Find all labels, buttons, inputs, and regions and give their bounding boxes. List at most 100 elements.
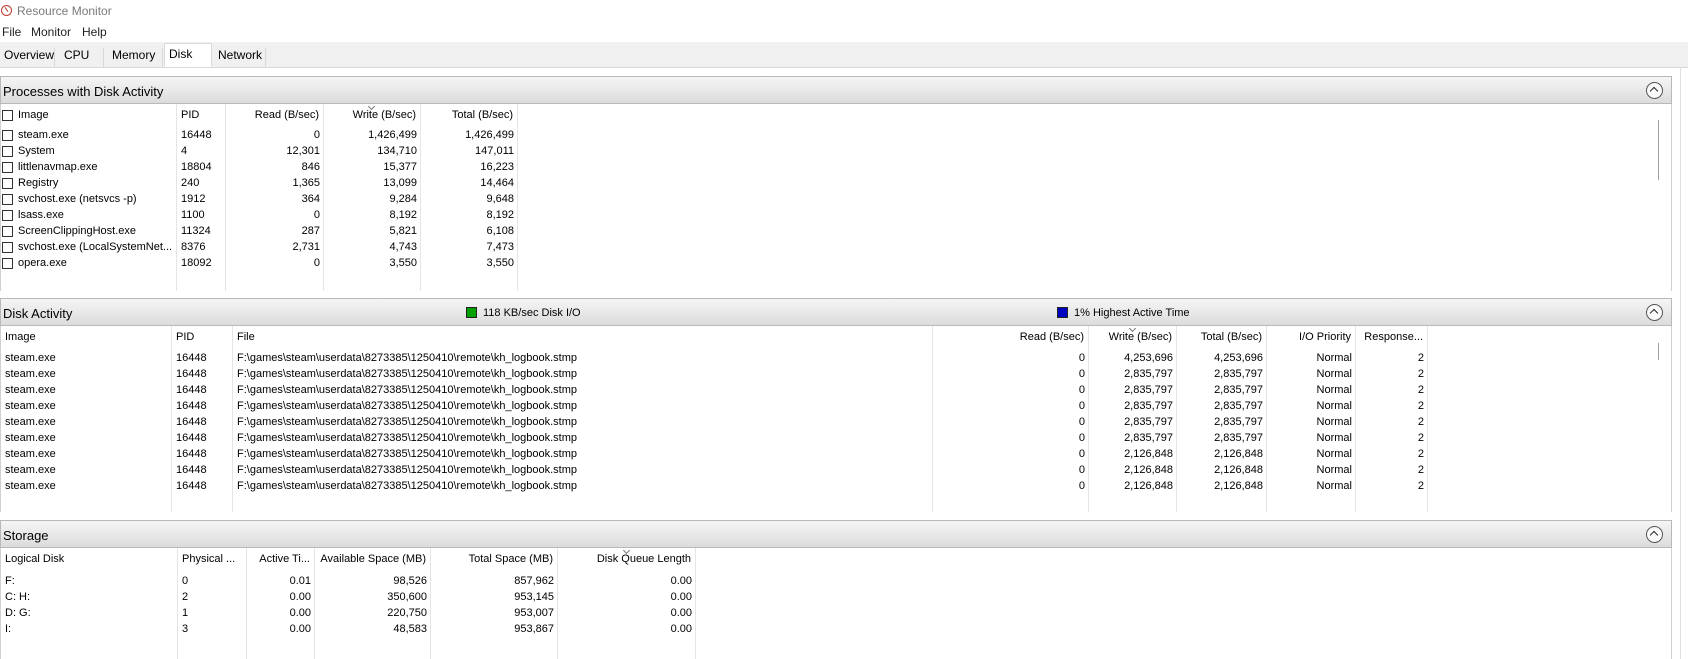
disk-header-io-priority[interactable]: I/O Priority bbox=[1267, 326, 1356, 348]
process-read-cell: 0 bbox=[313, 209, 320, 221]
disk-read-cell: 0 bbox=[1078, 464, 1085, 476]
tab-memory[interactable]: Memory bbox=[108, 48, 163, 67]
disk-header-pid[interactable]: PID bbox=[172, 326, 233, 348]
disk-total-cell: 2,126,848 bbox=[1214, 448, 1263, 460]
process-image-cell: ScreenClippingHost.exe bbox=[18, 225, 137, 237]
disk-io-priority-cell: Normal bbox=[1316, 400, 1352, 412]
table-row[interactable]: steam.exe 16448 F:\games\steam\userdata\82… bbox=[1, 462, 1671, 478]
menu-file[interactable]: File bbox=[2, 25, 21, 39]
storage-available-space-cell: 220,750 bbox=[387, 607, 427, 619]
table-row[interactable]: steam.exe 16448 F:\games\steam\userdata\82… bbox=[1, 350, 1671, 366]
sort-descending-icon bbox=[369, 106, 375, 109]
collapse-storage-button[interactable] bbox=[1646, 526, 1663, 543]
disk-read-cell: 0 bbox=[1078, 352, 1085, 364]
select-all-processes-checkbox[interactable] bbox=[2, 110, 13, 121]
disk-write-cell: 2,126,848 bbox=[1124, 464, 1173, 476]
table-row[interactable]: steam.exe 16448 F:\games\steam\userdata\82… bbox=[1, 366, 1671, 382]
menu-bar: File Monitor Help bbox=[0, 22, 1688, 42]
table-row[interactable]: I: 3 0.00 48,583 953,867 0.00 bbox=[1, 621, 1671, 637]
tab-network[interactable]: Network bbox=[214, 48, 266, 67]
table-row[interactable]: lsass.exe 1100 0 8,192 8,192 bbox=[1, 207, 1671, 223]
disk-image-cell: steam.exe bbox=[5, 448, 56, 460]
storage-section-title: Storage bbox=[3, 528, 49, 543]
table-row[interactable]: steam.exe 16448 F:\games\steam\userdata\82… bbox=[1, 446, 1671, 462]
disk-image-cell: steam.exe bbox=[5, 480, 56, 492]
storage-total-space-cell: 857,962 bbox=[514, 575, 554, 587]
disk-header-image[interactable]: Image bbox=[1, 326, 172, 348]
disk-write-cell: 2,126,848 bbox=[1124, 480, 1173, 492]
process-pid-cell: 16448 bbox=[181, 129, 212, 141]
table-row[interactable]: steam.exe 16448 F:\games\steam\userdata\82… bbox=[1, 398, 1671, 414]
menu-monitor[interactable]: Monitor bbox=[31, 25, 71, 39]
storage-header-physical-disk[interactable]: Physical ... bbox=[178, 548, 247, 570]
table-row[interactable]: littlenavmap.exe 18804 846 15,377 16,223 bbox=[1, 159, 1671, 175]
disk-write-cell: 2,835,797 bbox=[1124, 416, 1173, 428]
menu-help[interactable]: Help bbox=[82, 25, 107, 39]
collapse-disk-activity-button[interactable] bbox=[1646, 304, 1663, 321]
disk-io-priority-cell: Normal bbox=[1316, 480, 1352, 492]
processes-scrollbar[interactable] bbox=[1658, 120, 1659, 180]
disk-header-file[interactable]: File bbox=[233, 326, 933, 348]
disk-image-cell: steam.exe bbox=[5, 368, 56, 380]
table-row[interactable]: System 4 12,301 134,710 147,011 bbox=[1, 143, 1671, 159]
table-row[interactable]: svchost.exe (netsvcs -p) 1912 364 9,284 9,64… bbox=[1, 191, 1671, 207]
disk-file-cell: F:\games\steam\userdata\8273385\1250410\… bbox=[237, 416, 577, 428]
table-row[interactable]: steam.exe 16448 0 1,426,499 1,426,499 bbox=[1, 127, 1671, 143]
processes-header-read[interactable]: Read (B/sec) bbox=[226, 104, 324, 126]
processes-header-pid[interactable]: PID bbox=[177, 104, 226, 126]
process-write-cell: 9,284 bbox=[389, 193, 417, 205]
process-image-cell: Registry bbox=[18, 177, 59, 189]
process-pid-cell: 1100 bbox=[181, 209, 205, 221]
storage-header-active-time[interactable]: Active Ti... bbox=[247, 548, 315, 570]
table-row[interactable]: svchost.exe (LocalSystemNet... 8376 2,731 4… bbox=[1, 239, 1671, 255]
storage-header-available-space[interactable]: Available Space (MB) bbox=[315, 548, 431, 570]
storage-header-total-space[interactable]: Total Space (MB) bbox=[431, 548, 558, 570]
disk-read-cell: 0 bbox=[1078, 368, 1085, 380]
disk-activity-scrollbar[interactable] bbox=[1658, 343, 1659, 360]
table-row[interactable]: steam.exe 16448 F:\games\steam\userdata\82… bbox=[1, 382, 1671, 398]
disk-header-response[interactable]: Response... bbox=[1356, 326, 1428, 348]
process-total-cell: 147,011 bbox=[475, 145, 514, 157]
disk-activity-section-header[interactable]: Disk Activity 118 KB/sec Disk I/O 1% Hig… bbox=[0, 298, 1672, 326]
storage-section-header[interactable]: Storage bbox=[0, 520, 1672, 548]
tab-cpu[interactable]: CPU bbox=[60, 48, 104, 67]
storage-header-logical-disk[interactable]: Logical Disk bbox=[1, 548, 178, 570]
table-row[interactable]: F: 0 0.01 98,526 857,962 0.00 bbox=[1, 573, 1671, 589]
process-image-cell: lsass.exe bbox=[18, 209, 64, 221]
process-total-cell: 7,473 bbox=[486, 241, 514, 253]
table-row[interactable]: C: H: 2 0.00 350,600 953,145 0.00 bbox=[1, 589, 1671, 605]
collapse-processes-button[interactable] bbox=[1646, 82, 1663, 99]
process-write-cell: 3,550 bbox=[389, 257, 417, 269]
table-row[interactable]: steam.exe 16448 F:\games\steam\userdata\82… bbox=[1, 478, 1671, 494]
disk-header-total[interactable]: Total (B/sec) bbox=[1177, 326, 1267, 348]
table-row[interactable]: ScreenClippingHost.exe 11324 287 5,821 6,108 bbox=[1, 223, 1671, 239]
storage-active-time-cell: 0.01 bbox=[289, 575, 311, 587]
disk-response-cell: 2 bbox=[1417, 416, 1424, 428]
table-row[interactable]: steam.exe 16448 F:\games\steam\userdata\82… bbox=[1, 430, 1671, 446]
process-read-cell: 287 bbox=[301, 225, 320, 237]
process-read-cell: 12,301 bbox=[286, 145, 320, 157]
table-row[interactable]: steam.exe 16448 F:\games\steam\userdata\82… bbox=[1, 414, 1671, 430]
disk-response-cell: 2 bbox=[1417, 352, 1424, 364]
tab-disk[interactable]: Disk bbox=[164, 43, 212, 67]
processes-header-total[interactable]: Total (B/sec) bbox=[421, 104, 518, 126]
active-time-legend-label: 1% Highest Active Time bbox=[1074, 307, 1190, 319]
storage-available-space-cell: 350,600 bbox=[387, 591, 427, 603]
processes-section-header[interactable]: Processes with Disk Activity bbox=[0, 76, 1672, 104]
tab-overview[interactable]: Overview bbox=[0, 48, 55, 67]
disk-io-legend-swatch bbox=[466, 307, 477, 318]
window-title: Resource Monitor bbox=[17, 4, 112, 18]
disk-image-cell: steam.exe bbox=[5, 400, 56, 412]
disk-io-priority-cell: Normal bbox=[1316, 352, 1352, 364]
table-row[interactable]: Registry 240 1,365 13,099 14,464 bbox=[1, 175, 1671, 191]
resource-monitor-icon bbox=[1, 5, 12, 16]
disk-pid-cell: 16448 bbox=[176, 384, 207, 396]
disk-header-read[interactable]: Read (B/sec) bbox=[933, 326, 1089, 348]
process-total-cell: 8,192 bbox=[486, 209, 514, 221]
processes-header-image[interactable]: Image bbox=[14, 104, 177, 126]
process-write-cell: 1,426,499 bbox=[368, 129, 417, 141]
storage-queue-length-cell: 0.00 bbox=[670, 575, 692, 587]
disk-image-cell: steam.exe bbox=[5, 384, 56, 396]
table-row[interactable]: D: G: 1 0.00 220,750 953,007 0.00 bbox=[1, 605, 1671, 621]
table-row[interactable]: opera.exe 18092 0 3,550 3,550 bbox=[1, 255, 1671, 271]
